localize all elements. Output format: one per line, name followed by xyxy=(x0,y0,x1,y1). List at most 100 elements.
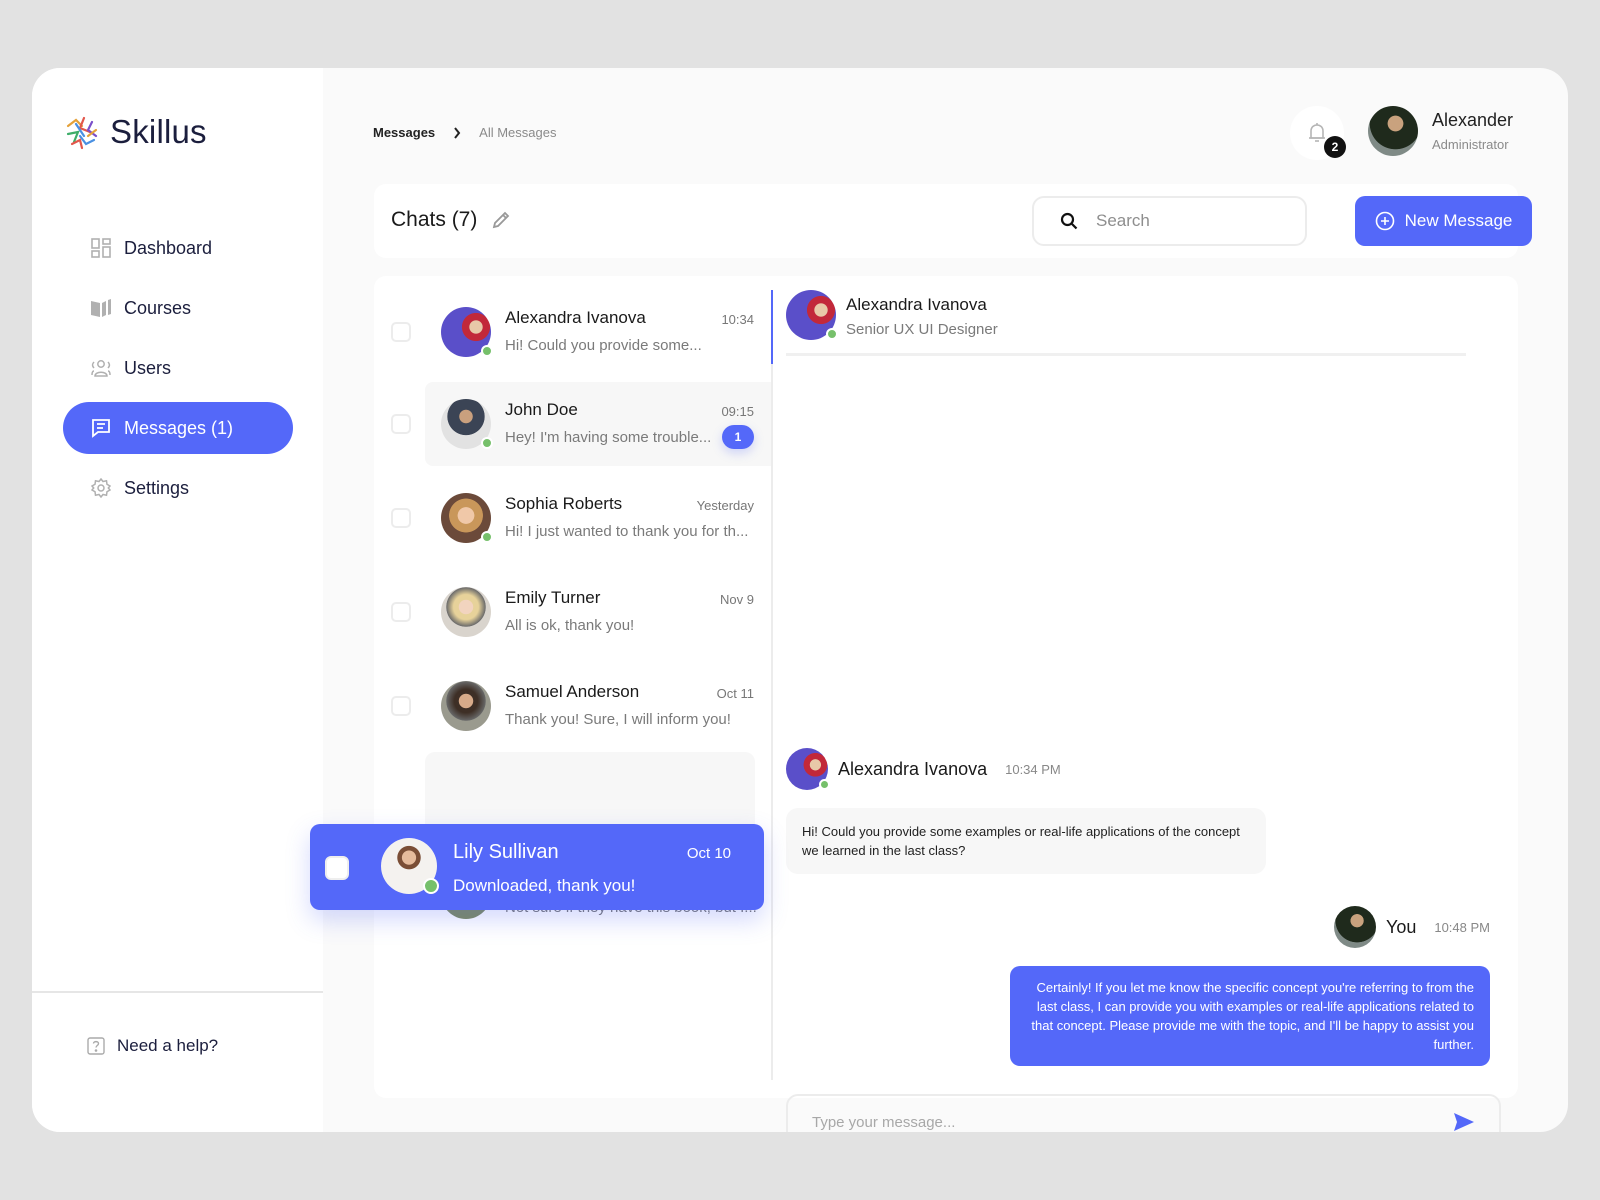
message-time: Oct 11 xyxy=(716,686,754,701)
contact-name: Alexandra Ivanova xyxy=(505,308,646,327)
active-indicator xyxy=(771,290,773,364)
drop-placeholder xyxy=(425,752,755,834)
user-role: Administrator xyxy=(1432,137,1509,152)
plus-circle-icon xyxy=(1375,211,1394,231)
chat-list-item[interactable]: John Doe 09:15 Hey! I'm having some trou… xyxy=(391,382,772,466)
message-preview: Thank you! Sure, I will inform you! xyxy=(505,711,731,728)
incoming-message-bubble: Hi! Could you provide some examples or r… xyxy=(786,808,1266,874)
notification-badge: 2 xyxy=(1324,136,1346,158)
avatar xyxy=(441,493,493,543)
outgoing-message-header: You 10:48 PM xyxy=(1333,906,1490,948)
select-checkbox[interactable] xyxy=(391,414,411,434)
contact-avatar xyxy=(786,290,838,340)
online-indicator xyxy=(481,437,493,449)
online-indicator xyxy=(423,878,439,894)
avatar xyxy=(441,399,493,449)
sidebar-item-dashboard[interactable]: Dashboard xyxy=(63,222,293,274)
notifications-button[interactable]: 2 xyxy=(1290,106,1346,160)
online-indicator xyxy=(481,531,493,543)
online-indicator xyxy=(481,345,493,357)
sender-avatar xyxy=(1333,906,1376,948)
outgoing-message-bubble: Certainly! If you let me know the specif… xyxy=(1010,966,1490,1066)
message-input[interactable] xyxy=(812,1113,1453,1131)
chat-list-item[interactable]: Emily Turner Nov 9 All is ok, thank you! xyxy=(374,570,772,654)
contact-name: John Doe xyxy=(505,400,578,419)
message-time: Nov 9 xyxy=(720,592,754,607)
message-time: 09:15 xyxy=(721,404,754,419)
message-time: Oct 10 xyxy=(686,845,731,862)
panel-divider xyxy=(771,290,773,1080)
edit-icon[interactable] xyxy=(491,210,511,230)
gear-icon xyxy=(90,477,112,499)
avatar xyxy=(441,681,491,731)
help-link[interactable]: Need a help? xyxy=(87,1036,218,1056)
help-icon xyxy=(87,1037,105,1055)
user-name: Alexander xyxy=(1432,110,1514,130)
chat-list: Alexandra Ivanova 10:34 Hi! Could you pr… xyxy=(374,276,772,1098)
chats-title: Chats (7) xyxy=(391,208,478,231)
sidebar-item-courses[interactable]: Courses xyxy=(63,282,293,334)
select-checkbox[interactable] xyxy=(391,322,411,342)
search-input[interactable] xyxy=(1096,211,1256,231)
chevron-right-icon xyxy=(453,126,461,139)
chats-header: Chats (7) New Message xyxy=(374,184,1532,258)
sender-avatar xyxy=(786,748,830,790)
message-time: Yesterday xyxy=(696,498,754,513)
contact-name: Lily Sullivan xyxy=(453,841,559,863)
app-window: Skillus Dashboard Courses Users Messages… xyxy=(32,68,1568,1132)
online-indicator xyxy=(819,779,830,790)
sidebar-nav: Dashboard Courses Users Messages (1) Set… xyxy=(63,222,293,522)
user-avatar xyxy=(1368,106,1418,156)
sidebar-item-messages[interactable]: Messages (1) xyxy=(63,402,293,454)
chat-list-item[interactable]: Samuel Anderson Oct 11 Thank you! Sure, … xyxy=(374,664,772,748)
sidebar-item-label: Courses xyxy=(124,297,192,318)
search-box[interactable] xyxy=(1032,196,1307,246)
select-checkbox[interactable] xyxy=(391,508,411,528)
select-checkbox[interactable] xyxy=(391,602,411,622)
app-name: Skillus xyxy=(110,113,207,150)
message-icon xyxy=(90,417,112,439)
bell-icon xyxy=(1309,123,1325,142)
message-preview: Hey! I'm having some trouble... xyxy=(505,429,712,446)
message-time: 10:34 PM xyxy=(1005,761,1061,777)
message-time: 10:48 PM xyxy=(1434,919,1490,935)
conversation: Alexandra Ivanova Senior UX UI Designer … xyxy=(786,276,1506,1132)
chat-list-item[interactable]: Sophia Roberts Yesterday Hi! I just want… xyxy=(374,476,772,560)
sidebar-item-settings[interactable]: Settings xyxy=(63,462,293,514)
new-message-button[interactable]: New Message xyxy=(1355,196,1532,246)
send-button[interactable] xyxy=(1453,1112,1475,1132)
book-icon xyxy=(90,297,112,319)
conversation-header: Alexandra Ivanova Senior UX UI Designer xyxy=(786,290,1466,356)
sidebar-item-label: Messages (1) xyxy=(124,417,234,438)
contact-name: Alexandra Ivanova xyxy=(846,295,987,314)
select-checkbox[interactable] xyxy=(391,696,411,716)
sidebar-item-label: Dashboard xyxy=(124,237,213,258)
breadcrumb: Messages All Messages xyxy=(373,125,556,140)
sidebar: Skillus Dashboard Courses Users Messages… xyxy=(32,68,323,1132)
help-label: Need a help? xyxy=(117,1036,219,1055)
contact-name: Samuel Anderson xyxy=(505,682,640,701)
user-profile[interactable]: Alexander Administrator xyxy=(1368,106,1513,156)
users-icon xyxy=(90,357,112,379)
dragged-chat-item[interactable]: Lily Sullivan Oct 10 Downloaded, thank y… xyxy=(310,824,764,910)
sender-name: Alexandra Ivanova xyxy=(838,758,988,779)
breadcrumb-all-messages[interactable]: All Messages xyxy=(479,125,556,140)
message-preview: All is ok, thank you! xyxy=(505,617,635,634)
sender-name: You xyxy=(1385,916,1417,937)
message-preview: Hi! I just wanted to thank you for th... xyxy=(505,523,749,540)
dashboard-icon xyxy=(90,237,112,259)
sidebar-item-users[interactable]: Users xyxy=(63,342,293,394)
chats-title-wrap: Chats (7) xyxy=(391,208,511,232)
send-icon xyxy=(1454,1113,1474,1131)
chat-list-item[interactable]: Alexandra Ivanova 10:34 Hi! Could you pr… xyxy=(374,290,772,374)
avatar xyxy=(441,307,493,357)
sidebar-divider xyxy=(32,991,323,993)
search-icon xyxy=(1060,212,1078,230)
select-checkbox[interactable] xyxy=(325,856,349,880)
breadcrumb-messages[interactable]: Messages xyxy=(373,125,435,140)
logo-icon xyxy=(66,116,98,150)
new-message-label: New Message xyxy=(1404,211,1513,230)
message-composer xyxy=(786,1094,1501,1132)
message-preview: Hi! Could you provide some... xyxy=(505,337,702,354)
logo[interactable]: Skillus xyxy=(62,112,207,152)
